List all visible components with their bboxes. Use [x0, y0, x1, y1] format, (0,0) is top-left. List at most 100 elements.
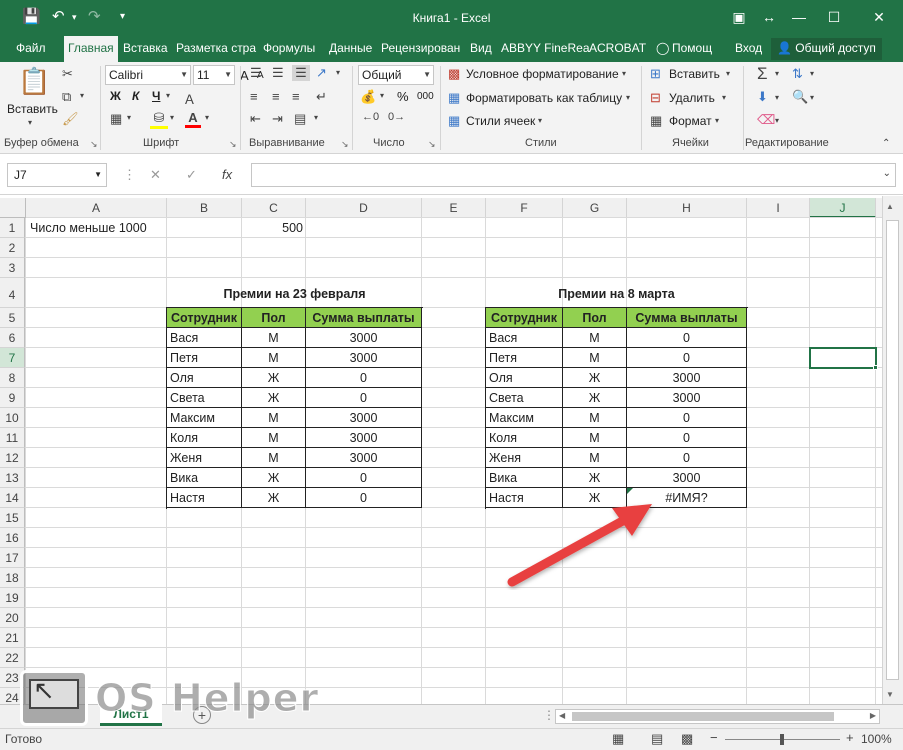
- merge-dropdown-icon[interactable]: ▾: [314, 113, 318, 122]
- tab-data[interactable]: Данные: [325, 36, 376, 62]
- underline-button[interactable]: Ч: [152, 89, 160, 103]
- find-select-icon[interactable]: 🔍: [792, 89, 808, 105]
- tab-review[interactable]: Рецензирован: [377, 36, 464, 62]
- cell-styles-icon[interactable]: ▦: [448, 113, 460, 129]
- enter-icon[interactable]: ✓: [186, 167, 197, 183]
- zoom-out-icon[interactable]: −: [710, 730, 718, 745]
- merge-center-icon[interactable]: ▤: [294, 111, 306, 127]
- normal-view-icon[interactable]: ▦: [612, 731, 624, 747]
- clear-icon[interactable]: ⌫: [757, 112, 775, 128]
- copy-dropdown-icon[interactable]: ▾: [80, 91, 84, 100]
- worksheet-grid[interactable]: A B C D E F G H I J 1 2 3 4 5 6 7 8 9 10…: [0, 196, 882, 710]
- tab-page-layout[interactable]: Разметка стра: [172, 36, 260, 62]
- format-painter-icon[interactable]: 🖌: [62, 111, 79, 127]
- format-cells-icon[interactable]: ▦: [650, 113, 662, 129]
- format-as-table-icon[interactable]: ▦: [448, 90, 460, 106]
- paste-icon[interactable]: 📋: [18, 66, 50, 102]
- cancel-icon[interactable]: ✕: [150, 167, 161, 183]
- tab-formulas[interactable]: Формулы: [259, 36, 319, 62]
- delete-cells-button[interactable]: Удалить: [669, 91, 715, 105]
- zoom-in-icon[interactable]: +: [846, 730, 854, 745]
- font-color-dropdown-icon[interactable]: ▾: [205, 113, 209, 122]
- format-as-table-button[interactable]: Форматировать как таблицу: [466, 91, 622, 105]
- borders-dropdown-icon[interactable]: ▾: [127, 113, 131, 122]
- insert-cells-icon[interactable]: ⊞: [650, 66, 661, 82]
- page-layout-view-icon[interactable]: ▤: [651, 731, 663, 747]
- expand-formula-icon[interactable]: ⌄: [883, 168, 891, 179]
- tab-file[interactable]: Файл: [12, 36, 50, 62]
- fill-color-icon[interactable]: ⛁: [150, 110, 168, 129]
- increase-decimal-icon[interactable]: ←0: [362, 111, 379, 123]
- align-center-icon[interactable]: ≡: [272, 89, 280, 104]
- cell-styles-dropdown-icon[interactable]: ▾: [538, 116, 542, 125]
- fill-dropdown-icon[interactable]: ▾: [775, 93, 779, 102]
- zoom-slider-thumb[interactable]: [780, 734, 784, 745]
- grow-font-button[interactable]: A: [240, 68, 249, 83]
- currency-dropdown-icon[interactable]: ▾: [380, 91, 384, 100]
- conditional-formatting-icon[interactable]: ▩: [448, 66, 460, 82]
- vertical-scroll-thumb[interactable]: [886, 220, 899, 680]
- tab-abbyy[interactable]: ABBYY FineRea: [497, 36, 594, 62]
- sort-dropdown-icon[interactable]: ▾: [810, 69, 814, 78]
- conditional-formatting-button[interactable]: Условное форматирование: [466, 67, 619, 81]
- align-right-icon[interactable]: ≡: [292, 89, 300, 104]
- tab-home[interactable]: Главная: [64, 36, 118, 62]
- tab-insert[interactable]: Вставка: [119, 36, 172, 62]
- name-box[interactable]: J7 ▼: [7, 163, 107, 187]
- zoom-level[interactable]: 100%: [861, 732, 892, 746]
- align-middle-icon[interactable]: ☰: [272, 65, 284, 81]
- insert-dropdown-icon[interactable]: ▾: [726, 69, 730, 78]
- orientation-dropdown-icon[interactable]: ▾: [336, 68, 340, 77]
- format-dropdown-icon[interactable]: ▾: [715, 116, 719, 125]
- alignment-launcher-icon[interactable]: ↘: [341, 139, 349, 150]
- format-cells-button[interactable]: Формат: [669, 114, 712, 128]
- tab-acrobat[interactable]: ACROBAT: [585, 36, 650, 62]
- increase-indent-icon[interactable]: ⇥: [272, 111, 283, 127]
- share-button[interactable]: 👤 Общий доступ: [771, 38, 882, 60]
- clear-dropdown-icon[interactable]: ▾: [775, 116, 779, 125]
- sort-filter-icon[interactable]: ⇅: [792, 66, 803, 82]
- collapse-ribbon-icon[interactable]: ⌃: [882, 138, 890, 149]
- delete-cells-icon[interactable]: ⊟: [650, 90, 661, 106]
- delete-dropdown-icon[interactable]: ▾: [722, 93, 726, 102]
- wrap-text-icon[interactable]: ↵: [316, 89, 327, 105]
- clipboard-launcher-icon[interactable]: ↘: [90, 139, 98, 150]
- align-bottom-icon[interactable]: ☰: [292, 65, 310, 81]
- font-color-icon[interactable]: A: [185, 110, 201, 128]
- paste-button-label[interactable]: Вставить: [7, 102, 58, 116]
- align-left-icon[interactable]: ≡: [250, 89, 258, 104]
- page-break-view-icon[interactable]: ▩: [681, 731, 693, 747]
- tab-view[interactable]: Вид: [466, 36, 496, 62]
- italic-button[interactable]: К: [132, 89, 139, 103]
- decrease-decimal-icon[interactable]: 0→: [388, 111, 405, 123]
- fill-color-dropdown-icon[interactable]: ▾: [170, 113, 174, 122]
- insert-cells-button[interactable]: Вставить: [669, 67, 720, 81]
- align-top-icon[interactable]: ☰: [250, 65, 262, 81]
- font-size-combo[interactable]: 11 ▼: [193, 65, 235, 85]
- cell-styles-button[interactable]: Стили ячеек: [466, 114, 535, 128]
- restore-icon[interactable]: ↔: [752, 4, 786, 30]
- insert-function-button[interactable]: fx: [222, 167, 232, 182]
- bold-button[interactable]: Ж: [110, 89, 121, 103]
- autosum-dropdown-icon[interactable]: ▾: [775, 69, 779, 78]
- maximize-icon[interactable]: ☐: [817, 4, 851, 30]
- fill-icon[interactable]: ⬇: [757, 89, 768, 105]
- close-icon[interactable]: ✕: [862, 4, 896, 30]
- font-launcher-icon[interactable]: ↘: [229, 139, 237, 150]
- underline-dropdown-icon[interactable]: ▾: [166, 91, 170, 100]
- borders-icon[interactable]: ▦: [110, 111, 122, 127]
- format-table-dropdown-icon[interactable]: ▾: [626, 93, 630, 102]
- orientation-icon[interactable]: ↗: [316, 65, 327, 81]
- formula-input[interactable]: ⌄: [251, 163, 896, 187]
- number-launcher-icon[interactable]: ↘: [428, 139, 436, 150]
- scroll-up-icon[interactable]: ▲: [886, 202, 894, 211]
- minimize-icon[interactable]: —: [782, 4, 816, 30]
- font-name-combo[interactable]: Calibri ▼: [105, 65, 191, 85]
- conditional-dropdown-icon[interactable]: ▾: [622, 69, 626, 78]
- sign-in-link[interactable]: Вход: [731, 36, 766, 62]
- horizontal-scroll-thumb[interactable]: [572, 712, 834, 721]
- paste-dropdown-icon[interactable]: ▾: [28, 118, 32, 127]
- thousands-button[interactable]: 000: [417, 91, 434, 102]
- number-format-combo[interactable]: Общий ▼: [358, 65, 434, 85]
- currency-icon[interactable]: 💰: [360, 89, 376, 105]
